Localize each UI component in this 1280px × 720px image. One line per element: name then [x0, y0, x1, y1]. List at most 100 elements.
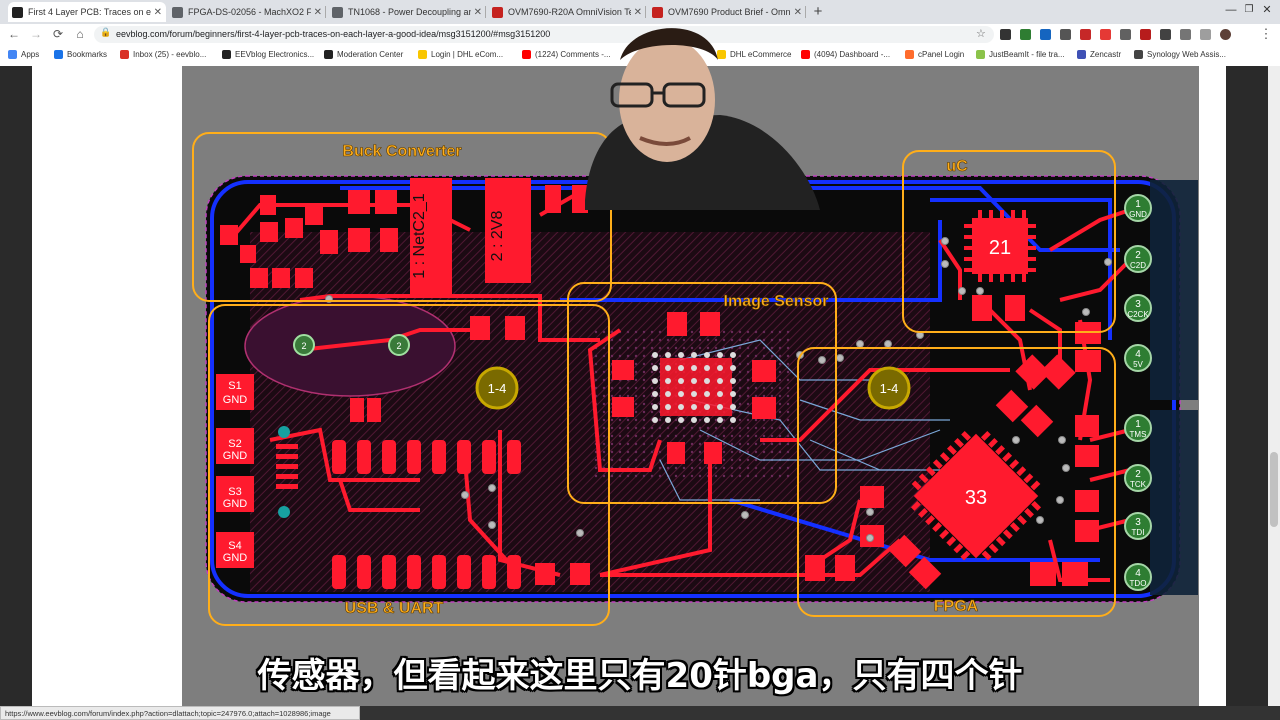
bga-ball [652, 417, 658, 423]
fpga-chip-label: 33 [965, 487, 987, 509]
bga-ball [665, 417, 671, 423]
pad-net: 5V [1133, 360, 1143, 369]
uc-chip-label: 21 [989, 237, 1011, 259]
bga-ball [704, 352, 710, 358]
bga-ball [665, 365, 671, 371]
bga-ball [717, 378, 723, 384]
mount-hole-label: 1-4 [880, 381, 899, 396]
chip-pin [964, 268, 972, 272]
bga-ball [678, 378, 684, 384]
bga-ball [717, 352, 723, 358]
bga-ball [704, 417, 710, 423]
bga-ball [678, 352, 684, 358]
image-sensor-label: Image Sensor [724, 293, 829, 310]
bga-ball [665, 404, 671, 410]
bga-ball [691, 352, 697, 358]
chip-pin [1000, 274, 1004, 282]
bga-ball [678, 391, 684, 397]
bga-ball [652, 391, 658, 397]
chip-pin [989, 210, 993, 218]
chip-pin [1022, 210, 1026, 218]
bga-ball [730, 352, 736, 358]
buck-converter-label: Buck Converter [342, 143, 461, 160]
chip-pin [1011, 210, 1015, 218]
bga-ball [704, 391, 710, 397]
net-label-2v8: 2 : 2V8 [489, 211, 506, 262]
bga-ball [730, 404, 736, 410]
chip-pin [1028, 224, 1036, 228]
bga-ball [730, 417, 736, 423]
bga-ball [691, 417, 697, 423]
bga-ball [652, 404, 658, 410]
presenter-video [585, 28, 820, 210]
right-connector [1150, 180, 1198, 595]
pad-net: TCK [1130, 480, 1147, 489]
uc-label: uC [946, 158, 968, 175]
scrollbar[interactable] [1268, 66, 1280, 706]
pad-net: GND [223, 498, 248, 510]
pad-number: S4 [228, 540, 241, 552]
pad-net: GND [1129, 210, 1147, 219]
bga-ball [665, 352, 671, 358]
bga-ball [717, 404, 723, 410]
via-label: 2 [396, 341, 401, 351]
pad-net: C2D [1130, 261, 1146, 270]
pad-number: S1 [228, 380, 241, 392]
bga-ball [704, 378, 710, 384]
chip-pin [964, 224, 972, 228]
pad-net: TDO [1130, 579, 1147, 588]
pad-number: 1 [1135, 199, 1141, 210]
pad-number: 2 [1135, 250, 1141, 261]
bga-ball [717, 365, 723, 371]
via [278, 426, 290, 438]
pad-number: S2 [228, 438, 241, 450]
pad-net: GND [223, 394, 248, 406]
pad-number: 3 [1135, 517, 1141, 528]
bga-ball [730, 365, 736, 371]
bga-ball [678, 404, 684, 410]
chip-pin [1028, 235, 1036, 239]
mount-hole-label: 1-4 [488, 381, 507, 396]
chip-pin [1011, 274, 1015, 282]
bga-ball [704, 404, 710, 410]
pad-number: S3 [228, 486, 241, 498]
pad-net: TDI [1132, 528, 1145, 537]
bga-ball [678, 417, 684, 423]
chip-pin [1022, 274, 1026, 282]
net-label-netc2: 1 : NetC2_1 [411, 193, 428, 278]
chip-pin [978, 274, 982, 282]
chip-pin [989, 274, 993, 282]
bga-ball [665, 391, 671, 397]
bga-ball [704, 365, 710, 371]
chip-pin [1028, 268, 1036, 272]
usb-uart-label: USB & UART [345, 600, 444, 617]
via-label: 2 [301, 341, 306, 351]
bga-ball [691, 391, 697, 397]
bga-ball [730, 378, 736, 384]
chip-pin [964, 246, 972, 250]
pad-net: C2CK [1127, 310, 1149, 319]
chip-pin [1028, 246, 1036, 250]
status-bar-url: https://www.eevblog.com/forum/index.php?… [0, 706, 360, 720]
video-subtitle: 传感器，但看起来这里只有20针bga，只有四个针 [257, 656, 1023, 696]
bga-ball [717, 391, 723, 397]
bga-ball [652, 352, 658, 358]
pad-net: TMS [1130, 430, 1147, 439]
chip-pin [964, 257, 972, 261]
bga-ball [652, 378, 658, 384]
chip-pin [964, 235, 972, 239]
bga-ball [691, 378, 697, 384]
bga-ball [691, 365, 697, 371]
chip-pin [1000, 210, 1004, 218]
pad-number: 4 [1135, 568, 1141, 579]
pcb-layout: 1 : NetC2_1 2 : 2V8 1-4 1-4 2 2 S1 GND S… [192, 28, 1198, 626]
bga-ball [652, 365, 658, 371]
pad-number: 2 [1135, 469, 1141, 480]
pad-net: GND [223, 552, 248, 564]
scrollbar-thumb[interactable] [1270, 452, 1278, 527]
chip-pin [978, 210, 982, 218]
bga-ball [717, 417, 723, 423]
bga-ball [730, 391, 736, 397]
pad-net: GND [223, 450, 248, 462]
bga-ball [678, 365, 684, 371]
